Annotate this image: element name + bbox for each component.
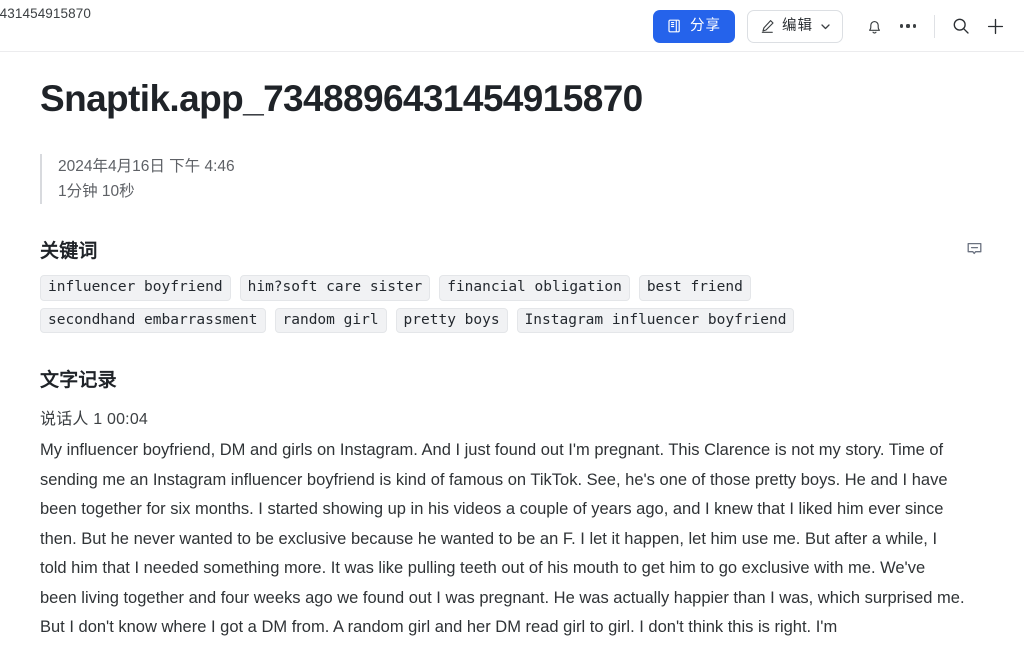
keyword-tag[interactable]: pretty boys bbox=[395, 307, 508, 334]
search-button[interactable] bbox=[944, 9, 978, 43]
keyword-tag[interactable]: financial obligation bbox=[439, 274, 630, 301]
keyword-tag[interactable]: Instagram influencer boyfriend bbox=[516, 307, 795, 334]
transcript-heading: 文字记录 bbox=[40, 370, 117, 392]
add-button[interactable] bbox=[978, 9, 1012, 43]
keyword-tag[interactable]: secondhand embarrassment bbox=[40, 307, 266, 334]
more-options-button[interactable] bbox=[891, 9, 925, 43]
keyword-tag[interactable]: random girl bbox=[274, 307, 387, 334]
ellipsis-icon bbox=[900, 24, 916, 28]
transcript-speaker: 说话人 1 00:04 bbox=[40, 411, 149, 429]
breadcrumb: 348896431454915870 bbox=[0, 6, 91, 21]
book-share-icon bbox=[667, 18, 683, 34]
page-title: Snaptik.app_7348896431454915870 bbox=[40, 78, 643, 119]
document-meta: 2024年4月16日 下午 4:46 1分钟 10秒 bbox=[40, 153, 984, 204]
share-button[interactable]: 分享 bbox=[653, 9, 735, 43]
header-actions: 分享 编辑 bbox=[653, 0, 1012, 52]
document-duration: 1分钟 10秒 bbox=[58, 182, 135, 200]
pencil-icon bbox=[759, 18, 776, 35]
keyword-tag-list: influencer boyfriend him?soft care siste… bbox=[40, 274, 984, 334]
search-icon bbox=[951, 16, 971, 36]
comment-bubble-icon[interactable] bbox=[965, 240, 984, 259]
edit-button-label: 编辑 bbox=[782, 17, 813, 34]
chevron-down-icon[interactable] bbox=[819, 20, 832, 33]
notifications-button[interactable] bbox=[857, 9, 891, 43]
keywords-heading: 关键词 bbox=[40, 240, 98, 262]
edit-button[interactable]: 编辑 bbox=[747, 9, 843, 43]
keyword-tag[interactable]: best friend bbox=[638, 274, 751, 301]
app-header: 348896431454915870 分享 编辑 bbox=[0, 0, 1024, 52]
bell-icon bbox=[865, 17, 884, 36]
plus-icon bbox=[985, 16, 1006, 37]
document-date: 2024年4月16日 下午 4:46 bbox=[58, 157, 235, 175]
keyword-tag[interactable]: influencer boyfriend bbox=[40, 274, 231, 301]
document-body: Snaptik.app_7348896431454915870 2024年4月1… bbox=[0, 78, 1024, 643]
keywords-section-header: 关键词 bbox=[40, 236, 984, 263]
header-divider bbox=[934, 14, 935, 38]
share-button-label: 分享 bbox=[690, 17, 721, 34]
transcript-body[interactable]: My influencer boyfriend, DM and girls on… bbox=[40, 436, 965, 643]
keyword-tag[interactable]: him?soft care sister bbox=[239, 274, 431, 301]
